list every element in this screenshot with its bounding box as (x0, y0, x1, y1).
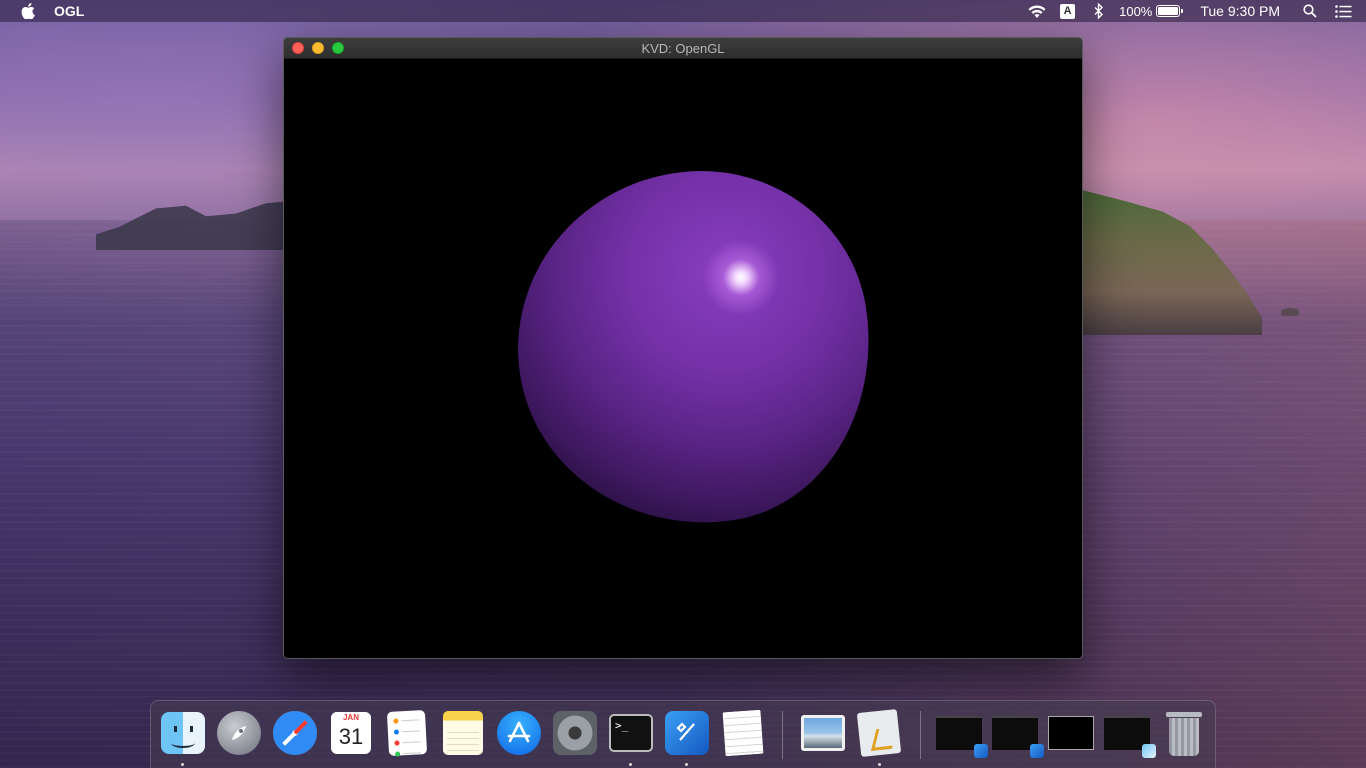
running-indicator (181, 763, 184, 766)
minimized-window-2[interactable] (992, 710, 1044, 758)
xcode-badge-icon (974, 744, 988, 758)
calendar-icon: JAN 31 (331, 712, 371, 754)
close-button[interactable] (292, 42, 304, 54)
window-thumbnail (992, 716, 1044, 758)
preview-icon (801, 715, 845, 751)
hammer-icon (665, 711, 709, 755)
finder-badge-icon (1142, 744, 1156, 758)
menu-bar: OGL A 100% Tue 9:30 PM (0, 0, 1366, 22)
wifi-icon[interactable] (1026, 0, 1048, 22)
instruments-icon (856, 709, 902, 757)
gear-icon (553, 711, 597, 755)
battery-percentage[interactable]: 100% (1119, 0, 1152, 22)
menu-bar-extras: A 100% Tue 9:30 PM (1026, 0, 1366, 22)
window-controls (292, 42, 344, 54)
dock: JAN 31 >_ (150, 700, 1216, 768)
window-titlebar[interactable]: KVD: OpenGL (284, 38, 1082, 59)
compass-icon (273, 711, 317, 755)
zoom-button[interactable] (332, 42, 344, 54)
running-indicator (629, 763, 632, 766)
finder-icon (161, 712, 205, 754)
opengl-window: KVD: OpenGL (283, 37, 1083, 659)
battery-level (1158, 7, 1179, 15)
instruments-dock-icon[interactable] (856, 709, 902, 757)
running-indicator (878, 763, 881, 766)
shaded-sphere (495, 149, 893, 547)
reminders-dock-icon[interactable] (384, 710, 430, 757)
running-indicator (685, 763, 688, 766)
trash-icon (1166, 710, 1202, 756)
window-title: KVD: OpenGL (641, 40, 725, 56)
notes-icon (443, 711, 483, 755)
notification-center-icon[interactable] (1334, 0, 1352, 22)
app-store-icon (497, 711, 541, 755)
notes-dock-icon[interactable] (440, 710, 486, 756)
minimized-window-3[interactable] (1048, 710, 1094, 756)
battery-icon[interactable] (1156, 5, 1184, 17)
window-thumbnail (1048, 716, 1094, 750)
wallpaper-rock (1281, 308, 1299, 316)
minimize-button[interactable] (312, 42, 324, 54)
safari-dock-icon[interactable] (272, 710, 318, 756)
minimized-window-4[interactable] (1104, 710, 1156, 758)
reminders-icon (386, 710, 428, 757)
window-thumbnail (936, 716, 988, 758)
system-preferences-dock-icon[interactable] (552, 710, 598, 756)
bluetooth-icon[interactable] (1093, 0, 1105, 22)
spotlight-search-icon[interactable] (1302, 0, 1318, 22)
terminal-dock-icon[interactable]: >_ (608, 710, 654, 756)
window-thumbnail (1104, 716, 1156, 758)
preview-dock-icon[interactable] (800, 710, 846, 756)
finder-dock-icon[interactable] (160, 710, 206, 756)
xcode-dock-icon[interactable] (664, 710, 710, 756)
rocket-icon (217, 711, 261, 755)
opengl-viewport[interactable] (284, 59, 1082, 658)
apple-menu-icon[interactable] (20, 3, 36, 19)
input-source-indicator[interactable]: A (1060, 3, 1076, 19)
menu-clock[interactable]: Tue 9:30 PM (1200, 0, 1280, 22)
wallpaper-island-left (96, 200, 296, 250)
terminal-icon: >_ (609, 714, 653, 752)
textedit-icon (722, 709, 764, 757)
textedit-dock-icon[interactable] (720, 709, 766, 757)
calendar-month: JAN (331, 712, 371, 723)
calendar-day: 31 (338, 724, 364, 749)
minimized-window-1[interactable] (936, 710, 988, 758)
dock-separator (920, 711, 921, 759)
calendar-dock-icon[interactable]: JAN 31 (328, 710, 374, 756)
xcode-badge-icon (1030, 744, 1044, 758)
trash-dock-icon[interactable] (1161, 710, 1207, 756)
app-store-dock-icon[interactable] (496, 710, 542, 756)
dock-separator (782, 711, 783, 759)
active-app-name[interactable]: OGL (54, 3, 84, 19)
launchpad-dock-icon[interactable] (216, 710, 262, 756)
